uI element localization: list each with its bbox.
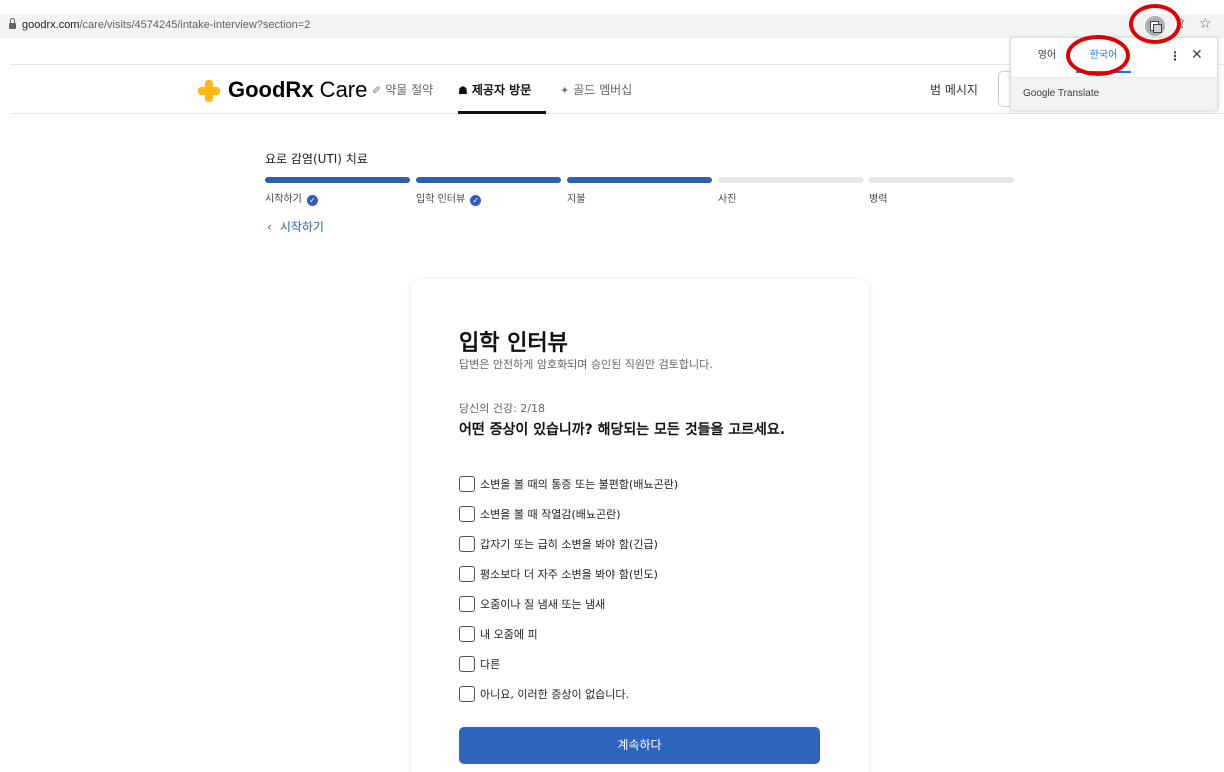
more-options-icon[interactable]: ⋮ (1169, 49, 1181, 63)
step-bar (416, 177, 561, 183)
goodrx-plus-logo-icon[interactable] (198, 80, 220, 102)
step-bar (265, 177, 410, 183)
step-bar (718, 177, 863, 183)
checkbox[interactable] (459, 535, 475, 552)
pill-icon: ✐ (372, 84, 382, 97)
option-checkbox[interactable]: 갑자기 또는 급히 소변을 봐야 함(긴급) (459, 533, 658, 552)
step-getting-started: 시작하기 ✓ (265, 177, 410, 206)
goodrx-care-logo[interactable]: GoodRx Care (228, 77, 367, 103)
check-icon: ✓ (470, 195, 482, 206)
question-progress: 당신의 건강: 2/18 (459, 402, 546, 415)
google-translate-label: Google Translate (1023, 88, 1100, 99)
lock-icon (9, 18, 16, 30)
nav-messages[interactable]: 범 메시지 (930, 81, 978, 98)
option-checkbox[interactable]: 오줌이나 질 냄새 또는 냄새 (459, 593, 605, 612)
option-checkbox[interactable]: 소변을 볼 때 작열감(배뇨곤란) (459, 503, 621, 522)
continue-button[interactable]: 계속하다 (459, 727, 820, 764)
tab-korean[interactable]: 한국어 (1076, 45, 1131, 73)
step-bar (567, 177, 712, 183)
checkbox[interactable] (459, 505, 475, 522)
treatment-title: 요로 감염(UTI) 치료 (265, 152, 368, 166)
close-icon[interactable]: ✕ (1191, 47, 1203, 63)
option-checkbox[interactable]: 소변을 볼 때의 통증 또는 불편함(배뇨곤란) (459, 473, 678, 492)
chevron-left-icon: ‹ (267, 220, 272, 234)
step-medical-history: 병력 (869, 177, 1014, 205)
url-text[interactable]: goodrx.com/care/visits/4574245/intake-in… (22, 19, 310, 31)
card-title: 입학 인터뷰 (459, 331, 568, 356)
browser-address-bar[interactable]: goodrx.com/care/visits/4574245/intake-in… (0, 14, 1224, 38)
active-nav-underline (458, 111, 546, 114)
option-checkbox[interactable]: 내 오줌에 피 (459, 623, 538, 642)
translate-popup: 영어 한국어 ⋮ ✕ Google Translate (1010, 37, 1218, 110)
checkbox[interactable] (459, 685, 475, 702)
checkbox[interactable] (459, 475, 475, 492)
check-icon: ✓ (306, 195, 318, 206)
question-text: 어떤 증상이 있습니까? 해당되는 모든 것들을 고르세요. (459, 422, 786, 438)
nav-rx-savings[interactable]: ✐ 약물 절약 (372, 81, 433, 98)
step-intake-interview: 입학 인터뷰 ✓ (416, 177, 561, 206)
translate-footer: Google Translate (1011, 77, 1217, 110)
intake-card: 입학 인터뷰 답변은 안전하게 암호화되며 승인된 직원만 검토합니다. 당신의… (411, 279, 869, 772)
option-checkbox[interactable]: 평소보다 더 자주 소변을 봐야 함(빈도) (459, 563, 658, 582)
back-link[interactable]: ‹ 시작하기 (267, 218, 324, 235)
option-checkbox[interactable]: 아니요, 이러한 증상이 없습니다. (459, 683, 629, 702)
step-payment: 지불 (567, 177, 712, 205)
sparkle-icon: ✦ (560, 84, 570, 97)
bookmark-star-icon[interactable]: ☆ (1199, 16, 1212, 32)
step-bar (869, 177, 1014, 183)
tab-english[interactable]: 영어 (1029, 45, 1065, 73)
checkbox[interactable] (459, 595, 475, 612)
nav-provider-visit[interactable]: ☗ 제공자 방문 (458, 81, 531, 98)
step-photos: 사진 (718, 177, 863, 205)
checkbox[interactable] (459, 655, 475, 672)
card-subtitle: 답변은 안전하게 암호화되며 승인된 직원만 검토합니다. (459, 358, 713, 371)
medical-bag-icon: ☗ (458, 84, 468, 97)
translate-icon[interactable] (1145, 16, 1165, 36)
nav-gold-membership[interactable]: ✦ 골드 멤버십 (560, 81, 632, 98)
option-checkbox[interactable]: 다른 (459, 653, 500, 672)
checkbox[interactable] (459, 625, 475, 642)
share-icon[interactable]: ⇪ (1176, 17, 1187, 32)
checkbox[interactable] (459, 565, 475, 582)
